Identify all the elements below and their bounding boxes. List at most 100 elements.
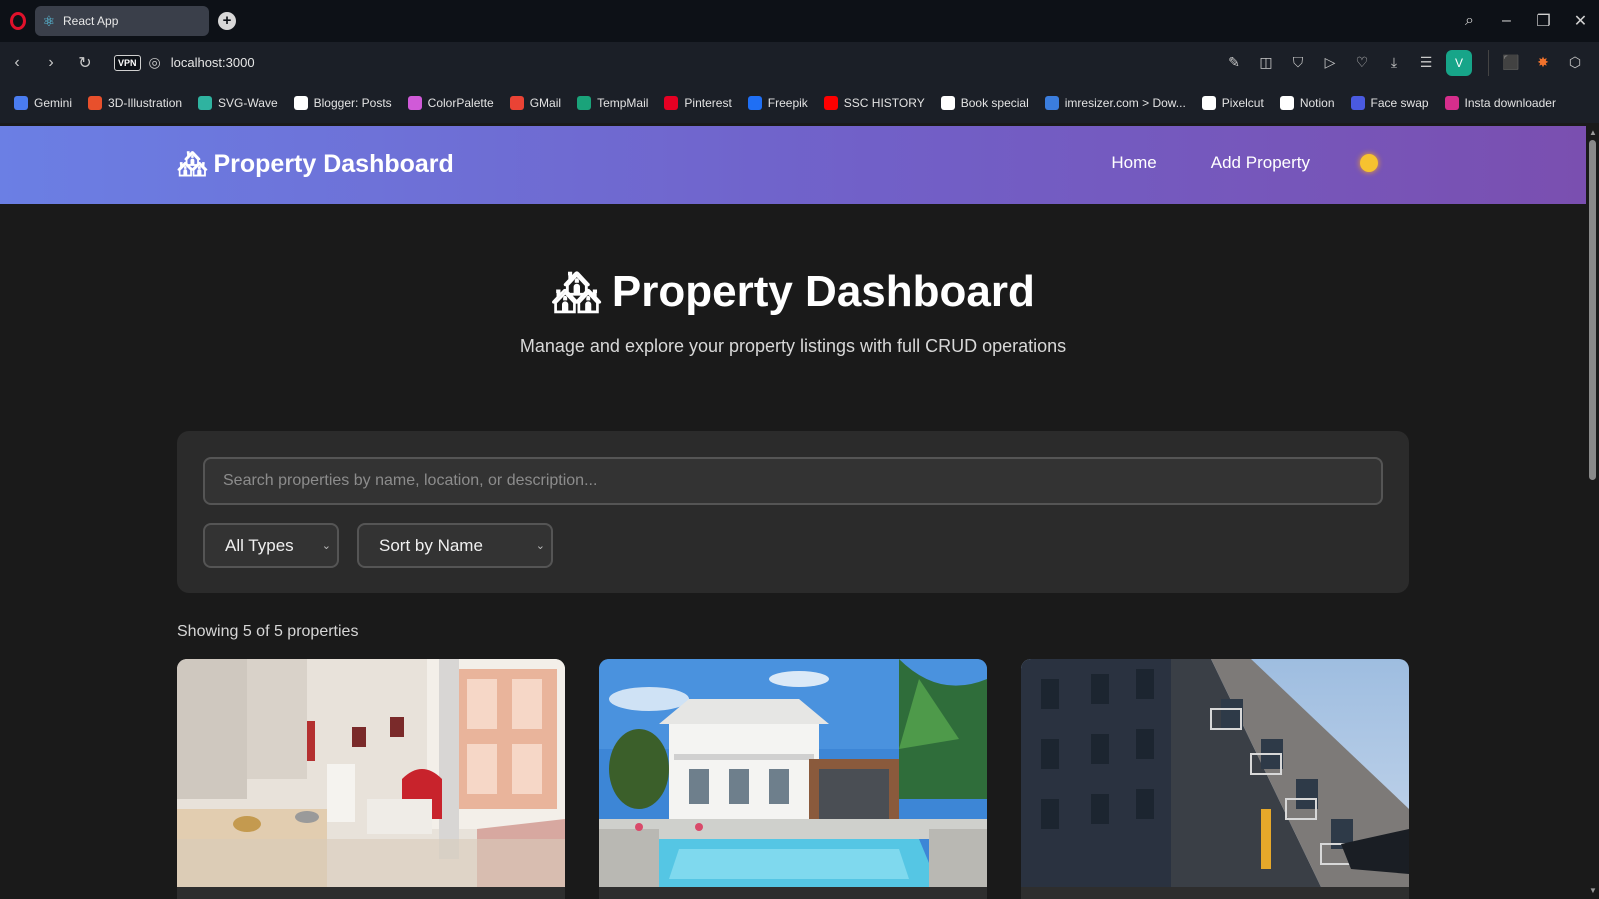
play-icon[interactable]: ▷ [1314,54,1346,71]
bookmark-label: Pinterest [684,96,732,110]
bookmark-item[interactable]: GMail [509,96,562,110]
camera-icon[interactable]: ◫ [1250,54,1282,71]
villa-with-pool-photo [599,659,987,887]
bookmark-item[interactable]: Pixelcut [1201,96,1264,110]
sort-select[interactable]: Sort by Name ⌄ [357,523,553,568]
gemini-icon [14,96,28,110]
nav-home-link[interactable]: Home [1111,153,1156,173]
brand-title: Property Dashboard [213,150,454,178]
address-bar-tools: ✎ ◫ ⛉ ▷ ♡ ⤓ ☰ V ⬛ ✸ ⬡ [1218,42,1591,83]
edit-icon[interactable]: ✎ [1218,54,1250,71]
bookmark-item[interactable]: SVG-Wave [198,96,278,110]
bookmark-item[interactable]: SSC HISTORY [823,96,925,110]
shield-icon[interactable]: ⛉ [1282,54,1314,71]
scroll-up-icon[interactable]: ▲ [1589,128,1597,137]
bookmark-item[interactable]: Blogger: Posts [293,96,392,110]
bookmark-label: Blogger: Posts [313,96,392,110]
bookmark-item[interactable]: Gemini [14,96,72,110]
bookmark-item[interactable]: Face swap [1350,96,1429,110]
house-icon: 🏘 [177,151,208,178]
profile-avatar[interactable]: V [1446,49,1472,76]
bookmark-item[interactable]: TempMail [577,96,648,110]
bookmark-label: TempMail [597,96,649,110]
bookmark-label: Book special [960,96,1029,110]
property-card[interactable] [599,659,987,899]
bookmark-label: Insta downloader [1464,96,1556,110]
download-icon[interactable]: ⤓ [1378,54,1410,71]
page-title: 🏘 Property Dashboard [0,267,1586,317]
pinterest-icon [664,96,679,110]
search-icon[interactable]: ⌕ [1451,12,1488,30]
page-viewport: 🏘 Property Dashboard Home Add Property 🏘… [0,126,1586,899]
property-card[interactable] [177,659,565,899]
bookmark-label: Pixelcut [1221,96,1264,110]
freepik-icon [747,96,762,110]
tab-title: React App [63,14,119,28]
minimize-icon[interactable]: – [1488,12,1525,30]
property-card[interactable] [1021,659,1409,899]
page-scrollbar[interactable]: ▲ ▼ [1586,126,1599,899]
sun-icon[interactable] [1360,154,1378,172]
results-count: Showing 5 of 5 properties [177,623,359,640]
bookmark-item[interactable]: Notion [1279,96,1335,110]
amazon-icon [940,96,955,110]
modern-apartment-building-photo [1021,659,1409,887]
bookmark-label: Gemini [34,96,73,110]
bookmark-item[interactable]: imresizer.com > Dow... [1044,96,1186,110]
brand-logo[interactable]: 🏘 Property Dashboard [177,150,454,179]
bookmark-label: Face swap [1370,96,1429,110]
globe-icon: ◎ [148,54,161,70]
bookmark-item[interactable]: Freepik [747,96,808,110]
cube-icon[interactable]: ⬡ [1559,54,1591,71]
apartment-interior-photo [177,659,565,887]
bookmark-label: 3D-Illustration [108,96,183,110]
extension-icon[interactable]: ⬛ [1495,54,1527,71]
main-nav: Home Add Property [1057,153,1378,173]
opera-logo-icon[interactable] [10,12,26,30]
hero-title-text: Property Dashboard [611,267,1035,316]
bookmark-label: Notion [1299,96,1335,110]
palette-icon [407,96,422,110]
card-body [599,887,987,899]
back-icon[interactable]: ‹ [0,54,34,72]
bookmark-label: GMail [529,96,562,110]
new-tab-button[interactable]: + [218,12,236,30]
bookmark-item[interactable]: 3D-Illustration [88,96,182,110]
chevron-down-icon: ⌄ [321,540,331,552]
wave-icon [198,96,213,110]
close-icon[interactable]: ✕ [1562,11,1599,31]
restore-icon[interactable]: ❐ [1525,11,1562,31]
app-header: 🏘 Property Dashboard Home Add Property [0,126,1586,204]
3d-icon [88,96,103,110]
extension-icon[interactable]: ✸ [1527,54,1559,71]
reload-icon[interactable]: ↻ [68,53,102,73]
forward-icon[interactable]: › [34,54,68,72]
address-bar: ‹ › ↻ VPN ◎ localhost:3000 ✎ ◫ ⛉ ▷ ♡ ⤓ ☰… [0,42,1599,83]
bookmark-item[interactable]: Insta downloader [1444,96,1556,110]
youtube-icon [823,96,838,110]
type-filter-select[interactable]: All Types ⌄ [203,523,339,568]
page-subtitle: Manage and explore your property listing… [519,336,1067,356]
card-body [177,887,565,899]
menu-icon[interactable]: ☰ [1410,54,1442,71]
filter-panel: All Types ⌄ Sort by Name ⌄ [177,431,1409,593]
bookmark-label: imresizer.com > Dow... [1064,96,1186,110]
bookmark-item[interactable]: ColorPalette [407,96,494,110]
imresizer-icon [1044,96,1059,110]
sort-value: Sort by Name [379,535,483,555]
bookmark-label: SSC HISTORY [843,96,925,110]
search-input[interactable] [203,457,1383,505]
url-field[interactable]: localhost:3000 [171,55,255,70]
pixelcut-icon [1201,96,1216,110]
browser-tab[interactable]: ⚛ React App [35,6,209,36]
nav-add-property-link[interactable]: Add Property [1211,153,1310,173]
bookmark-item[interactable]: Book special [940,96,1029,110]
vpn-badge[interactable]: VPN [114,54,141,71]
scroll-down-icon[interactable]: ▼ [1589,886,1597,895]
scrollbar-thumb[interactable] [1589,140,1596,480]
bookmark-item[interactable]: Pinterest [664,96,732,110]
toolbar-divider [1488,49,1489,76]
bookmark-label: Freepik [767,96,808,110]
heart-icon[interactable]: ♡ [1346,54,1378,71]
tempmail-icon [577,96,592,110]
